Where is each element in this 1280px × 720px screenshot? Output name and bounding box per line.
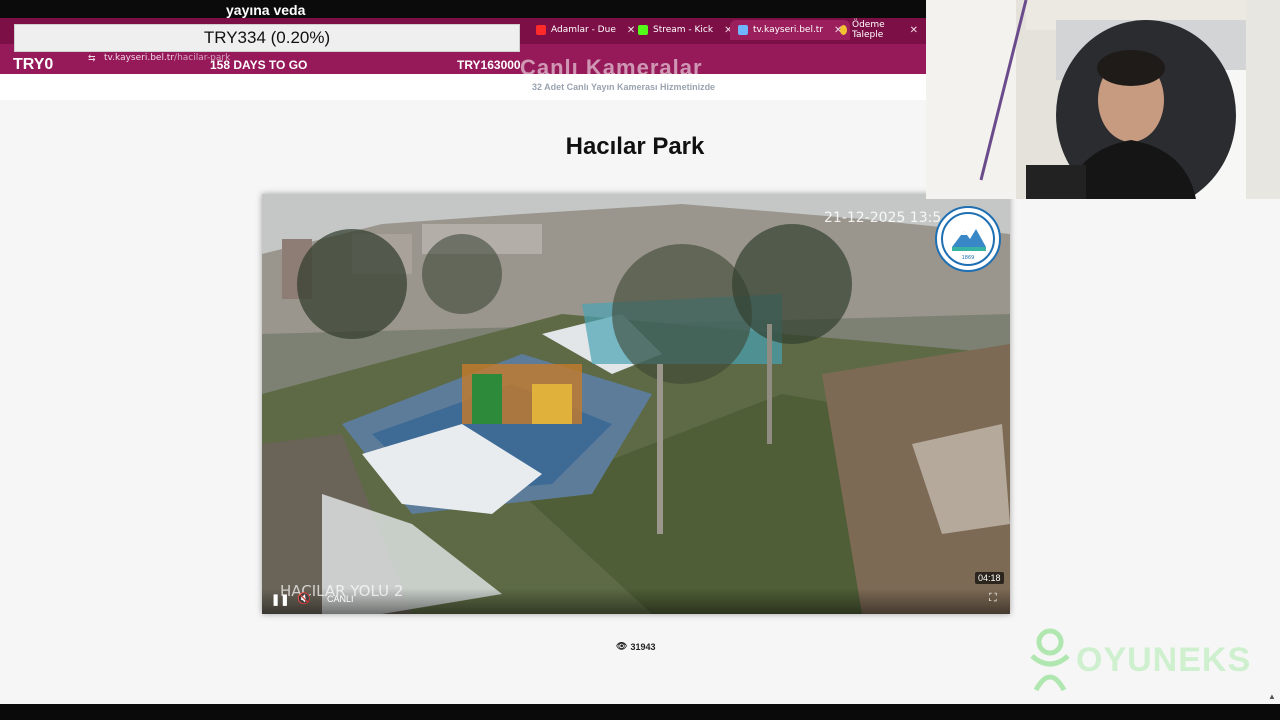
live-label: CANLI — [327, 594, 354, 604]
kick-icon — [638, 25, 648, 35]
tab-kick[interactable]: Stream - Kick ✕ — [630, 20, 741, 40]
stream-title: yayına veda — [226, 2, 306, 18]
logo-year: 1869 — [962, 255, 975, 261]
camera-feed — [262, 194, 1010, 614]
brand-name: OYUNEKS — [1076, 640, 1252, 679]
site-icon — [738, 25, 748, 35]
goal-start: TRY0 — [13, 56, 54, 73]
mute-icon[interactable]: 🔇 — [297, 592, 311, 605]
tab-label: Ödeme Taleple — [851, 20, 885, 40]
page-header — [0, 74, 926, 100]
streamer-webcam-feed — [926, 0, 1280, 199]
tab-label: Stream - Kick — [653, 25, 714, 35]
days-left: 158 DAYS TO GO — [210, 58, 308, 72]
tab-youtube[interactable]: Adamlar - Due ✕ — [528, 20, 643, 40]
municipality-logo: 1869 — [935, 206, 1001, 272]
close-icon[interactable]: ✕ — [910, 25, 918, 36]
donation-goal-box: TRY334 (0.20%) — [14, 24, 520, 52]
camera-timestamp: 21-12-2025 13:5 — [824, 210, 942, 226]
eye-icon: 👁 — [616, 641, 628, 651]
url-domain: tv.kayseri.bel.tr — [104, 53, 175, 63]
goal-value: TRY334 (0.20%) — [203, 28, 331, 47]
site-info-icon[interactable]: ⇆ — [88, 53, 96, 64]
brand-mascot-icon — [1030, 628, 1070, 692]
video-duration: 04:18 — [975, 572, 1004, 584]
tab-label: tv.kayseri.bel.tr — [753, 25, 824, 35]
site-heading: Canlı Kameralar — [520, 55, 703, 80]
scroll-down-icon[interactable]: ▲ — [1268, 692, 1276, 701]
stream-title-bar: yayına veda — [0, 0, 926, 18]
viewer-count: 👁 31943 — [616, 641, 655, 652]
brand-watermark: OYUNEKS — [1028, 628, 1251, 692]
viewer-count-value: 31943 — [630, 641, 656, 652]
tab-label: Adamlar - Due — [551, 25, 616, 35]
site-subheading: 32 Adet Canlı Yayın Kamerası Hizmetinizd… — [532, 82, 716, 92]
payment-icon — [840, 25, 847, 35]
screen: Adamlar - Due ✕ Stream - Kick ✕ tv.kayse… — [0, 0, 1280, 720]
municipality-logo-icon: 1869 — [941, 212, 995, 266]
fullscreen-icon[interactable]: ⛶ — [989, 592, 997, 605]
pause-icon[interactable]: ❚❚ — [271, 593, 289, 606]
bottom-bar — [0, 704, 1280, 720]
live-camera-player[interactable]: 1869 21-12-2025 13:5 HACILAR YOLU 2 ❚❚ 🔇… — [262, 194, 1010, 614]
tab-payment[interactable]: Ödeme Taleple ✕ — [832, 20, 926, 40]
youtube-icon — [536, 25, 546, 35]
goal-target: TRY163000 — [457, 58, 521, 72]
webcam-overlay — [926, 0, 1280, 199]
